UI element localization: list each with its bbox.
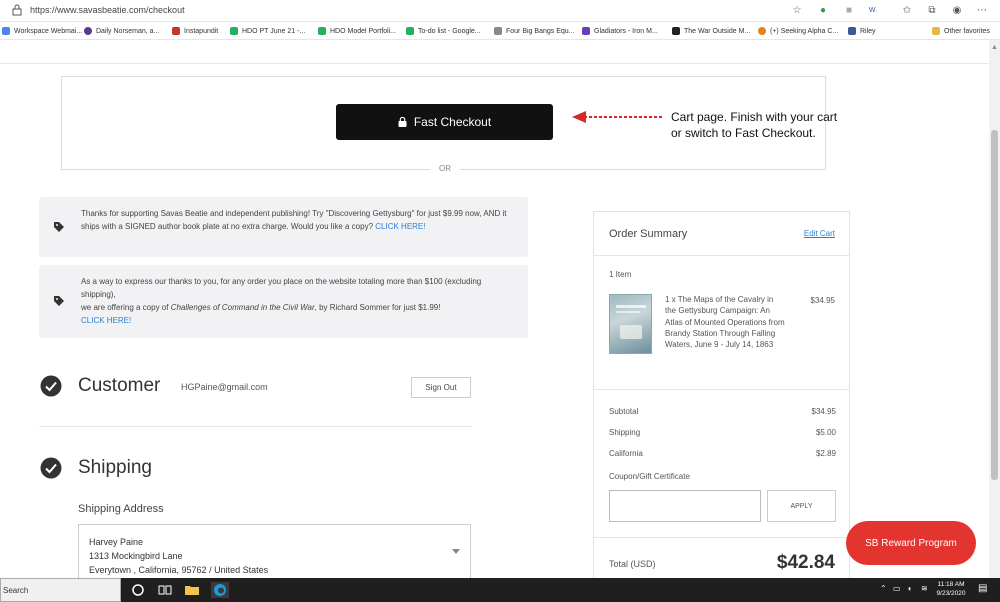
annotation-note: Cart page. Finish with your cart or swit…	[671, 110, 838, 140]
task-view-icon[interactable]	[158, 582, 172, 598]
bookmark-favicon-icon	[672, 27, 680, 35]
book-cover-image	[609, 294, 652, 354]
bookmark-favicon-icon	[406, 27, 414, 35]
edit-cart-link[interactable]: Edit Cart	[804, 229, 835, 238]
summary-divider	[594, 255, 849, 256]
volume-icon[interactable]: ◖	[907, 584, 912, 600]
header-divider	[0, 63, 989, 64]
promo-text: Thanks for supporting Savas Beatie and i…	[81, 209, 507, 231]
order-summary-panel: Order Summary Edit Cart 1 Item 1 x The M…	[593, 211, 850, 581]
chevron-down-icon	[452, 549, 460, 554]
lock-icon	[12, 4, 22, 16]
item-price: $34.95	[810, 296, 835, 305]
tag-icon	[54, 222, 64, 232]
bookmark-favicon-icon	[848, 27, 856, 35]
folder-icon	[932, 27, 940, 35]
profile-avatar-icon[interactable]: ◉	[950, 4, 964, 18]
address-street: 1313 Mockingbird Lane	[89, 551, 183, 561]
bookmark-item[interactable]: Daily Norseman, a...	[84, 25, 159, 37]
address-city: Everytown , California, 95762 / United S…	[89, 565, 269, 575]
shipping-address-select[interactable]: Harvey Paine 1313 Mockingbird Lane Every…	[78, 524, 471, 580]
url-text[interactable]: https://www.savasbeatie.com/checkout	[30, 5, 185, 15]
step-divider	[39, 426, 472, 427]
bookmark-item[interactable]: HDO PT June 21 -...	[230, 25, 305, 37]
shipping-address-label: Shipping Address	[78, 503, 164, 515]
summary-divider	[594, 537, 849, 538]
extension-check-icon[interactable]: ●	[816, 4, 830, 18]
annotation-arrow-icon	[572, 111, 662, 123]
fast-checkout-button[interactable]: Fast Checkout	[336, 104, 553, 140]
tag-icon	[54, 296, 64, 306]
subtotal-row: Subtotal $34.95	[609, 407, 836, 416]
coupon-label: Coupon/Gift Certificate	[609, 472, 690, 481]
more-menu-icon[interactable]: ⋯	[975, 4, 989, 18]
wifi-icon[interactable]: ≋	[921, 584, 928, 600]
bookmark-item[interactable]: Gladiators - Iron M...	[582, 25, 658, 37]
lock-icon	[398, 117, 407, 127]
network-icon[interactable]: ▭	[893, 584, 901, 600]
page-scrollbar[interactable]: ▲	[989, 40, 1000, 578]
apply-coupon-button[interactable]: APPLY	[767, 490, 836, 522]
shipping-row: Shipping $5.00	[609, 428, 836, 437]
bookmark-item[interactable]: Riley	[848, 25, 876, 37]
favorites-icon[interactable]: ✩	[900, 4, 914, 18]
item-title: 1 x The Maps of the Cavalry in the Getty…	[665, 295, 785, 350]
bookmark-favicon-icon	[2, 27, 10, 35]
bookmark-favicon-icon	[84, 27, 92, 35]
bookmark-favicon-icon	[318, 27, 326, 35]
bookmarks-bar: Workspace Webmai... Daily Norseman, a...…	[0, 22, 1000, 40]
or-divider-label: OR	[430, 164, 460, 173]
order-summary-title: Order Summary	[609, 228, 688, 240]
promo-text: As a way to express our thanks to you, f…	[81, 277, 482, 325]
check-circle-icon	[40, 375, 62, 397]
sign-out-button[interactable]: Sign Out	[411, 377, 471, 398]
check-circle-icon	[40, 457, 62, 479]
taskbar: Search ⌃ ▭ ◖ ≋ 11:18 AM 9/23/2020 ▤	[0, 578, 1000, 602]
bookmark-item[interactable]: The War Outside M...	[672, 25, 750, 37]
other-favorites[interactable]: Other favorites	[932, 25, 990, 37]
promo-click-here-link[interactable]: CLICK HERE!	[81, 316, 131, 325]
address-bar: https://www.savasbeatie.com/checkout ☆ ●…	[0, 0, 1000, 22]
bookmark-favicon-icon	[494, 27, 502, 35]
coupon-input[interactable]	[609, 490, 761, 522]
system-tray-icon[interactable]: ⌃	[880, 584, 887, 600]
summary-divider	[594, 389, 849, 390]
file-explorer-icon[interactable]	[184, 582, 200, 598]
scroll-up-icon[interactable]: ▲	[991, 44, 998, 51]
taskbar-clock[interactable]: 11:18 AM 9/23/2020	[934, 580, 968, 598]
bookmark-favicon-icon	[582, 27, 590, 35]
extension-icon[interactable]: ■	[842, 4, 856, 18]
bookmark-item[interactable]: Workspace Webmai...	[2, 25, 82, 37]
item-count: 1 Item	[609, 270, 632, 279]
total-label: Total (USD)	[609, 559, 656, 569]
taskbar-search[interactable]: Search	[0, 578, 121, 602]
address-name: Harvey Paine	[89, 537, 144, 547]
bookmark-favicon-icon	[758, 27, 766, 35]
notifications-icon[interactable]: ▤	[978, 583, 987, 599]
total-value: $42.84	[776, 552, 835, 573]
edge-icon[interactable]	[211, 582, 229, 598]
promo-click-here-link[interactable]: CLICK HERE!	[375, 222, 425, 231]
promo-banner: As a way to express our thanks to you, f…	[39, 265, 528, 338]
collections-icon[interactable]: ⧉	[925, 4, 939, 18]
customer-step-title: Customer	[78, 375, 161, 396]
bookmark-item[interactable]: Instapundit	[172, 25, 218, 37]
bookmark-item[interactable]: Four Big Bangs Equ...	[494, 25, 574, 37]
reward-program-button[interactable]: SB Reward Program	[846, 521, 976, 565]
bookmark-item[interactable]: HDO Model Portfoli...	[318, 25, 396, 37]
bookmark-item[interactable]: (+) Seeking Alpha C...	[758, 25, 838, 37]
promo-banner: Thanks for supporting Savas Beatie and i…	[39, 197, 528, 257]
customer-email: HGPaine@gmail.com	[181, 382, 268, 392]
extension-w-icon[interactable]: W.	[866, 4, 880, 18]
cortana-icon[interactable]	[131, 582, 145, 598]
scrollbar-thumb[interactable]	[991, 130, 998, 480]
bookmark-favicon-icon	[172, 27, 180, 35]
favorite-star-icon[interactable]: ☆	[790, 4, 804, 18]
tax-row: California $2.89	[609, 449, 836, 458]
bookmark-item[interactable]: To-do list - Google...	[406, 25, 481, 37]
shipping-step-title: Shipping	[78, 457, 152, 478]
bookmark-favicon-icon	[230, 27, 238, 35]
